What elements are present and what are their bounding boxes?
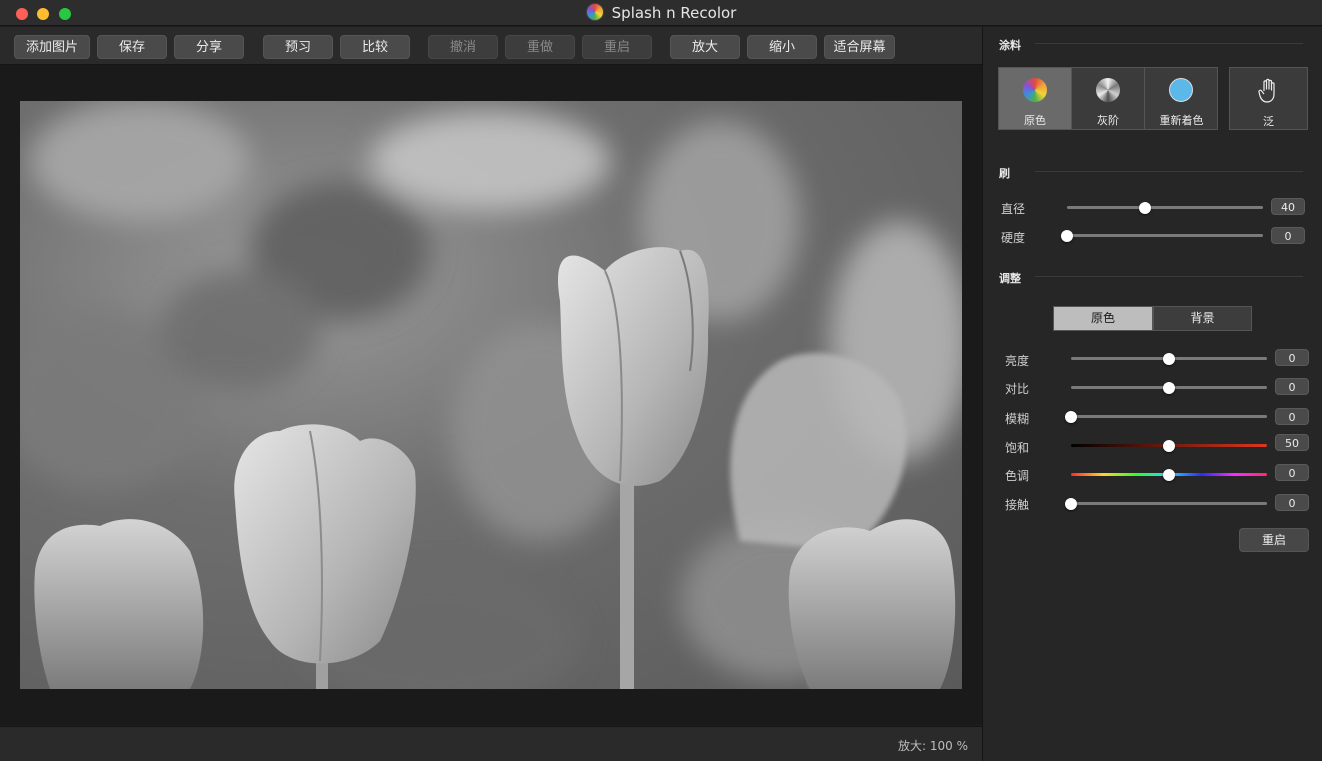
saturation-label: 饱和: [1005, 441, 1030, 455]
contrast-slider-knob[interactable]: [1163, 382, 1175, 394]
compare-button[interactable]: 比较: [340, 35, 410, 59]
paint-mode-group: 原色 灰阶 重新着色: [998, 67, 1218, 130]
diameter-value[interactable]: 40: [1271, 198, 1305, 215]
contrast-value[interactable]: 0: [1275, 378, 1309, 395]
paint-section-title: 涂料: [999, 39, 1021, 52]
blur-value[interactable]: 0: [1275, 408, 1309, 425]
save-button[interactable]: 保存: [97, 35, 167, 59]
paint-section-divider: [1035, 43, 1303, 44]
zoom-level-label: 放大: 100 %: [898, 739, 968, 753]
pan-button[interactable]: 泛: [1229, 67, 1308, 130]
hue-value[interactable]: 0: [1275, 464, 1309, 481]
add-image-button[interactable]: 添加图片: [14, 35, 90, 59]
restart-button[interactable]: 重启: [582, 35, 652, 59]
diameter-slider-track[interactable]: [1067, 206, 1263, 209]
tulip-photo[interactable]: [20, 101, 962, 689]
mode-grayscale-label: 灰阶: [1097, 114, 1119, 127]
settings-panel: 涂料 原色 灰阶 重新着色 泛 刷 直径 40 硬度 0 调整 原色 背景 亮度: [982, 27, 1322, 761]
brightness-slider-knob[interactable]: [1163, 353, 1175, 365]
mode-grayscale-button[interactable]: 灰阶: [1072, 68, 1145, 129]
brush-section-title: 刷: [999, 167, 1010, 180]
hardness-value[interactable]: 0: [1271, 227, 1305, 244]
adjust-tab-background[interactable]: 背景: [1153, 306, 1252, 331]
mode-recolor-label: 重新着色: [1159, 114, 1204, 127]
zoom-in-button[interactable]: 放大: [670, 35, 740, 59]
mode-recolor-button[interactable]: 重新着色: [1145, 68, 1218, 129]
tulip-photo-drawing: [20, 101, 962, 689]
reset-adjustments-button[interactable]: 重启: [1239, 528, 1309, 552]
share-button[interactable]: 分享: [174, 35, 244, 59]
color-wheel-icon: [1023, 78, 1047, 102]
window-title-wrap: Splash n Recolor: [0, 3, 1322, 22]
blue-circle-icon: [1169, 78, 1193, 102]
mode-original-color-button[interactable]: 原色: [999, 68, 1072, 129]
diameter-label: 直径: [1001, 202, 1026, 216]
window-title: Splash n Recolor: [611, 4, 737, 22]
blur-label: 模糊: [1005, 412, 1030, 426]
blur-slider-track[interactable]: [1071, 415, 1267, 418]
adjust-section-title: 调整: [999, 272, 1021, 285]
undo-button[interactable]: 撤消: [428, 35, 498, 59]
hue-label: 色调: [1005, 469, 1030, 483]
title-bar: Splash n Recolor: [0, 0, 1322, 26]
zoom-out-button[interactable]: 缩小: [747, 35, 817, 59]
hardness-label: 硬度: [1001, 231, 1026, 245]
hue-slider-knob[interactable]: [1163, 469, 1175, 481]
brightness-value[interactable]: 0: [1275, 349, 1309, 366]
redo-button[interactable]: 重做: [505, 35, 575, 59]
exposure-value[interactable]: 0: [1275, 494, 1309, 511]
contrast-label: 对比: [1005, 382, 1030, 396]
saturation-value[interactable]: 50: [1275, 434, 1309, 451]
preview-button[interactable]: 预习: [263, 35, 333, 59]
blur-slider-knob[interactable]: [1065, 411, 1077, 423]
adjust-section-divider: [1035, 276, 1303, 277]
fit-screen-button[interactable]: 适合屏幕: [824, 35, 895, 59]
exposure-label: 接触: [1005, 498, 1030, 512]
diameter-slider-knob[interactable]: [1139, 202, 1152, 214]
exposure-slider-knob[interactable]: [1065, 498, 1077, 510]
mode-original-color-label: 原色: [1024, 114, 1046, 127]
brightness-label: 亮度: [1005, 354, 1030, 368]
exposure-slider-track[interactable]: [1071, 502, 1267, 505]
hand-icon: [1258, 78, 1275, 103]
hardness-slider-track[interactable]: [1067, 234, 1263, 237]
brush-section-divider: [1035, 171, 1303, 172]
grayscale-wheel-icon: [1096, 78, 1120, 102]
toolbar: 添加图片 保存 分享 预习 比较 撤消 重做 重启 放大 缩小 适合屏幕: [0, 27, 982, 65]
adjust-tab-original[interactable]: 原色: [1053, 306, 1153, 331]
app-icon: [585, 3, 604, 21]
hardness-slider-knob[interactable]: [1061, 230, 1073, 242]
status-bar: 放大: 100 %: [0, 726, 982, 761]
canvas-area[interactable]: [0, 65, 982, 725]
saturation-slider-knob[interactable]: [1163, 440, 1175, 452]
pan-label: 泛: [1263, 115, 1274, 128]
